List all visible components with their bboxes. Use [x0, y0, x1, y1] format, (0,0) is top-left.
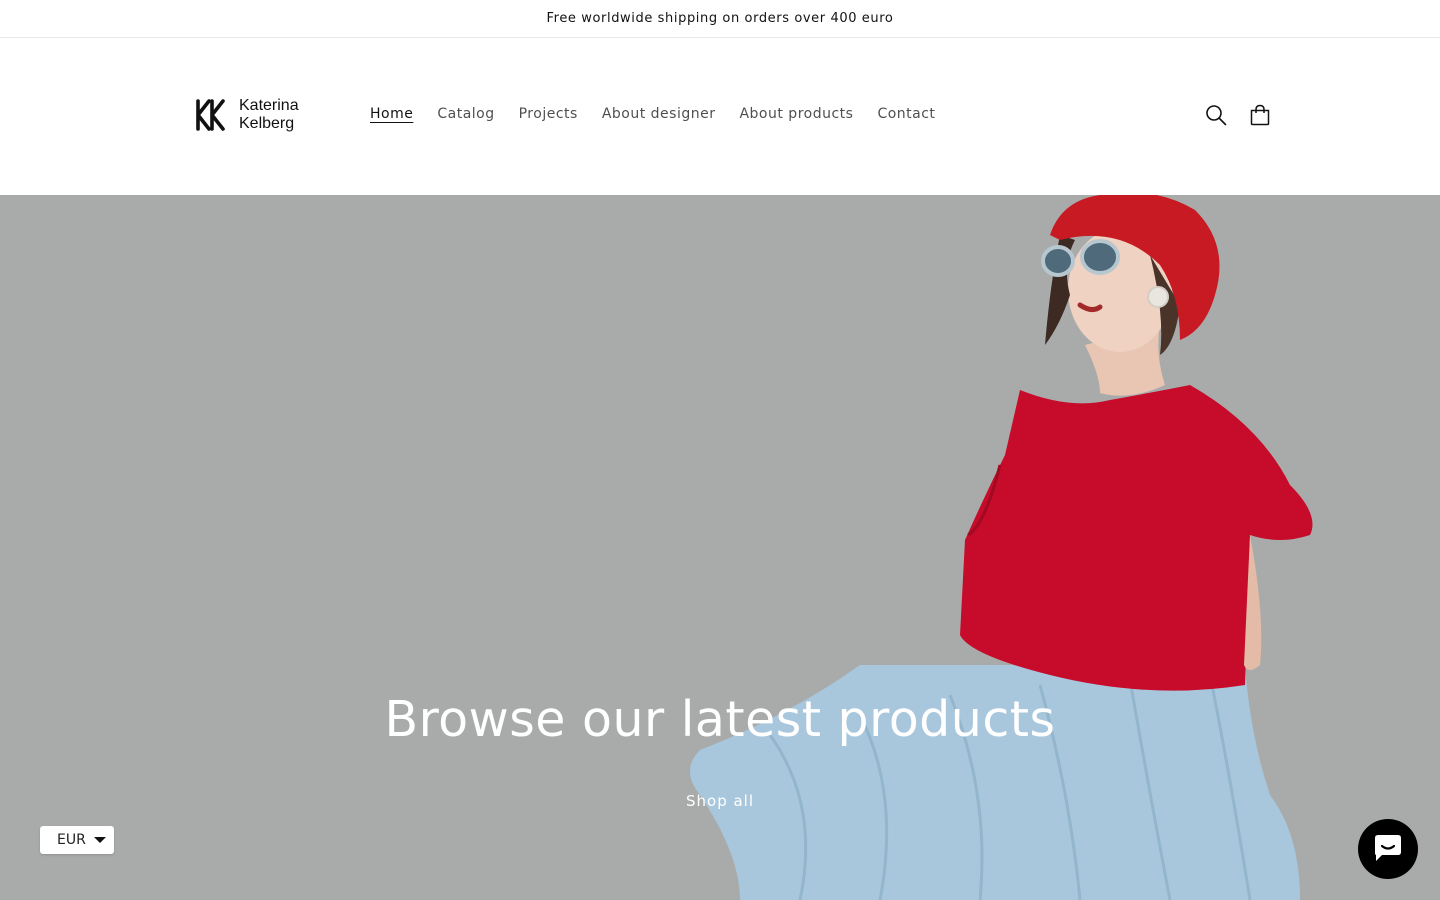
- nav-about-products[interactable]: About products: [727, 103, 865, 125]
- logo-line-1: Katerina: [239, 97, 299, 114]
- search-icon: [1206, 105, 1227, 126]
- chat-icon: [1375, 835, 1401, 861]
- currency-selector[interactable]: EUR: [40, 826, 114, 854]
- logo-line-2: Kelberg: [239, 115, 295, 132]
- nav-catalog[interactable]: Catalog: [425, 103, 506, 125]
- chat-button[interactable]: [1358, 819, 1418, 879]
- hero-banner: Browse our latest products Shop all: [0, 195, 1440, 900]
- nav-projects[interactable]: Projects: [507, 103, 590, 125]
- currency-value: EUR: [57, 832, 86, 848]
- announcement-text: Free worldwide shipping on orders over 4…: [546, 11, 894, 26]
- cart-icon: [1250, 104, 1270, 126]
- main-nav: Home Catalog Projects About designer Abo…: [358, 103, 947, 125]
- logo-mark-icon: [196, 99, 225, 131]
- site-header: Katerina Kelberg Home Catalog Projects A…: [0, 38, 1440, 195]
- logo-text: Katerina Kelberg: [239, 97, 299, 133]
- announcement-bar: Free worldwide shipping on orders over 4…: [0, 0, 1440, 38]
- shop-all-link[interactable]: Shop all: [0, 792, 1440, 810]
- nav-about-designer[interactable]: About designer: [590, 103, 728, 125]
- cart-button[interactable]: [1246, 101, 1274, 129]
- hero-title: Browse our latest products: [384, 691, 1056, 748]
- nav-contact[interactable]: Contact: [865, 103, 947, 125]
- search-button[interactable]: [1202, 101, 1230, 129]
- logo[interactable]: Katerina Kelberg: [195, 95, 299, 135]
- nav-home[interactable]: Home: [358, 103, 425, 125]
- chevron-down-icon: [94, 837, 106, 843]
